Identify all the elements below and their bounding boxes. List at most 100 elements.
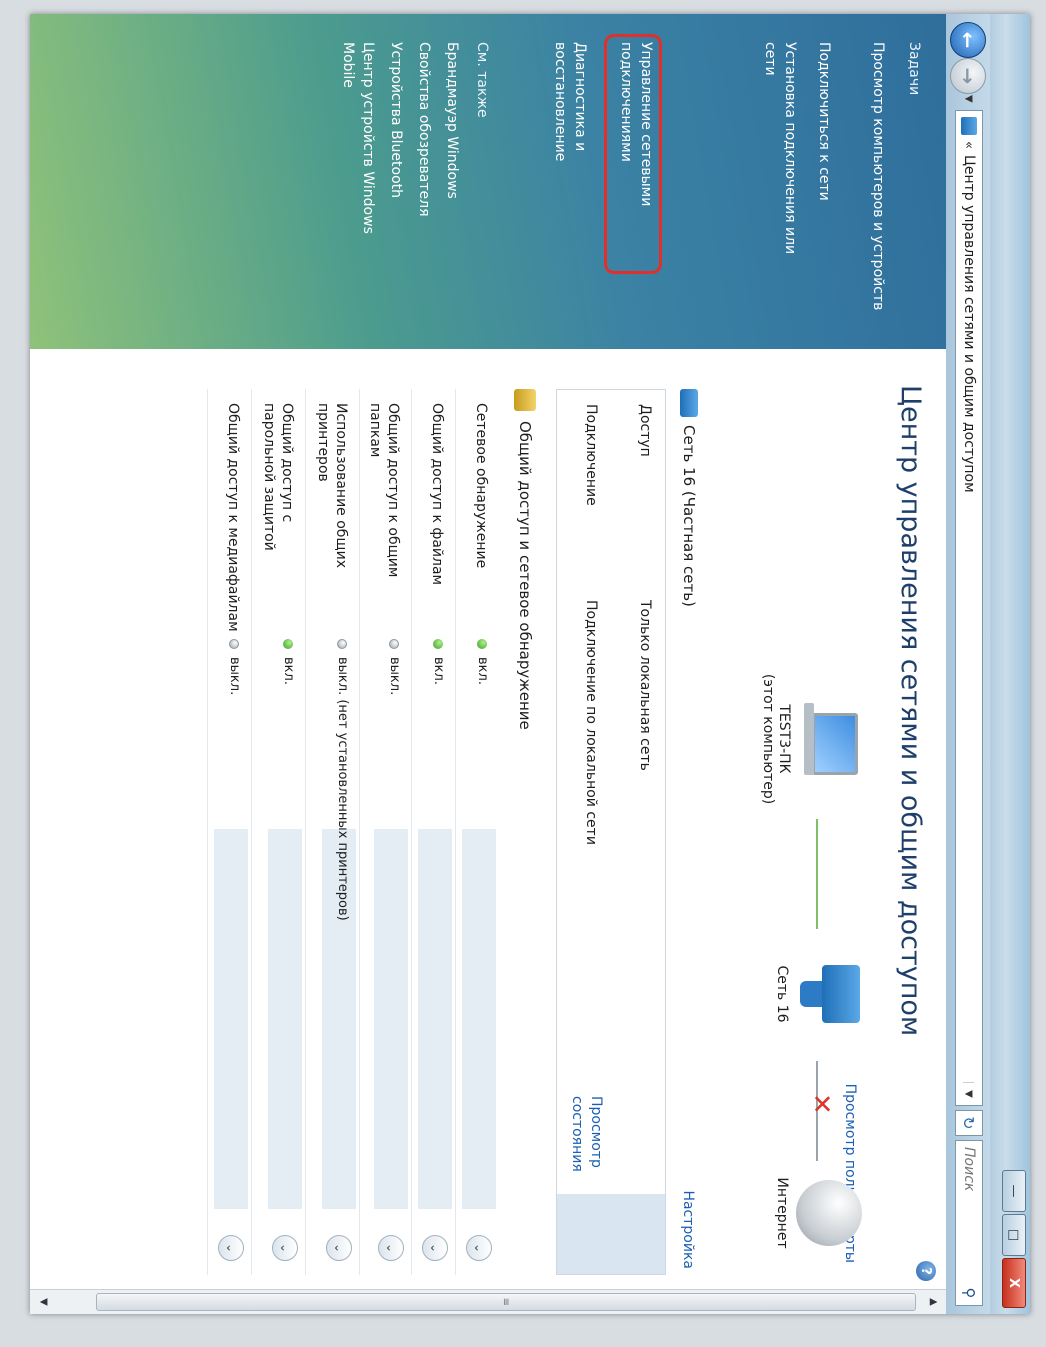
forward-button[interactable]: → (950, 58, 986, 94)
status-text: вкл. (281, 657, 296, 685)
search-icon[interactable]: ⚲ (960, 1281, 978, 1305)
task-diagnose-repair[interactable]: Диагностика и восстановление (550, 42, 590, 242)
sharing-heading-text: Общий доступ и сетевое обнаружение (516, 421, 534, 730)
scroll-down-icon[interactable]: ▼ (34, 1293, 52, 1311)
internet-label: Интернет (774, 1177, 790, 1249)
access-label: Доступ (637, 404, 653, 457)
sharing-row-public-folders: Общий доступ к общим папкам выкл. ⌄ (359, 389, 412, 1275)
status-on-icon (283, 639, 294, 649)
status-off-icon (229, 639, 240, 649)
status-off-icon (337, 639, 348, 649)
sharing-row-label: Общий доступ к медиафайлам (225, 403, 241, 632)
network-info-box: Доступ Только локальная сеть Подключение… (556, 389, 666, 1275)
connection-row: Подключение Подключение по локальной сет… (561, 390, 611, 1276)
sharing-row-file-sharing: Общий доступ к файлам вкл. ⌄ (411, 389, 456, 1275)
sharing-row-label: Общий доступ к файлам (429, 403, 445, 586)
computer-caption: (этот компьютер) (760, 673, 776, 805)
refresh-icon: ↻ (959, 1116, 979, 1130)
see-also-mobile-device-center[interactable]: Центр устройств Windows Mobile (338, 42, 378, 282)
forward-arrow-icon: → (956, 67, 980, 85)
sharing-heading: Общий доступ и сетевое обнаружение (514, 389, 536, 730)
page-title: Центр управления сетями и общим доступом (895, 385, 926, 1037)
highlight-box (604, 34, 662, 274)
recent-pages-dropdown-icon[interactable]: ▼ (963, 95, 974, 103)
computer-icon (800, 699, 858, 779)
see-also-bluetooth[interactable]: Устройства Bluetooth (386, 42, 406, 312)
minimize-button[interactable]: — (1002, 1170, 1026, 1212)
status-text: вкл. (475, 657, 490, 685)
stage: — □ X ← → ▼ « Центр управления сетями и … (0, 0, 1046, 1347)
see-also-firewall[interactable]: Брандмауэр Windows (442, 42, 462, 312)
expand-chevron-icon[interactable]: ⌄ (422, 1235, 448, 1261)
network-heading-text: Сеть 16 (Частная сеть) (680, 425, 698, 607)
sharing-row-label: Использование общих принтеров (315, 403, 349, 569)
see-also-internet-options[interactable]: Свойства обозревателя (414, 42, 434, 312)
connection-value: Подключение по локальной сети (583, 600, 599, 845)
expand-chevron-icon[interactable]: ⌄ (378, 1235, 404, 1261)
sharing-row-label: Общий доступ к общим папкам (367, 403, 401, 578)
expand-chevron-icon[interactable]: ⌄ (466, 1235, 492, 1261)
see-also-heading: См. также (474, 42, 490, 118)
status-text: выкл. (227, 657, 242, 696)
network-settings-link[interactable]: Настройка (680, 1190, 696, 1269)
scrollbar-thumb[interactable]: ≡ (96, 1293, 916, 1311)
task-setup-connection[interactable]: Установка подключения или сети (760, 42, 800, 272)
this-computer-node: TEST3-ПК (этот компьютер) (760, 649, 858, 829)
vertical-scrollbar[interactable]: ▲ ≡ ▼ (30, 1289, 946, 1314)
sharing-row-status: выкл. (нет установленных принтеров) (335, 639, 350, 921)
tasks-heading: Задачи (906, 42, 922, 96)
sharing-row-status: вкл. (431, 639, 446, 685)
sharing-row-status: вкл. (281, 639, 296, 685)
search-input[interactable] (960, 1141, 978, 1281)
task-connect-to-network[interactable]: Подключиться к сети (814, 42, 834, 312)
search-box: ⚲ (955, 1140, 983, 1306)
caption-buttons: — □ X (1002, 1170, 1026, 1308)
globe-icon (796, 1180, 862, 1246)
sharing-row-status: выкл. (387, 639, 402, 695)
no-internet-x-icon[interactable]: ✕ (806, 1093, 836, 1115)
status-on-icon (477, 639, 488, 649)
task-view-computers[interactable]: Просмотр компьютеров и устройств (868, 42, 888, 312)
connection-line-computer-network (816, 819, 818, 929)
status-off-icon (389, 639, 400, 649)
internet-node: Интернет (774, 1163, 862, 1263)
sharing-row-media-sharing: Общий доступ к медиафайлам выкл. ⌄ (207, 389, 252, 1275)
network-icon (798, 959, 860, 1029)
status-text: выкл. (387, 657, 402, 696)
sharing-shield-icon (514, 389, 536, 411)
address-bar[interactable]: « Центр управления сетями и общим доступ… (955, 110, 983, 1106)
refresh-button[interactable]: ↻ (955, 1110, 983, 1136)
access-row: Доступ Только локальная сеть (615, 390, 665, 1276)
expand-chevron-icon[interactable]: ⌄ (272, 1235, 298, 1261)
sharing-row-password-protected: Общий доступ с парольной защитой вкл. ⌄ (251, 389, 306, 1275)
network-node-name: Сеть 16 (774, 965, 790, 1023)
status-text: вкл. (431, 657, 446, 685)
help-icon[interactable]: ? (916, 1261, 936, 1281)
sharing-row-status: вкл. (475, 639, 490, 685)
sharing-row-label: Общий доступ с парольной защитой (261, 403, 295, 551)
status-on-icon (433, 639, 444, 649)
network-bench-icon (680, 389, 698, 417)
sharing-row-printers: Использование общих принтеров выкл. (нет… (305, 389, 360, 1275)
maximize-button[interactable]: □ (1002, 1214, 1026, 1256)
expand-chevron-icon[interactable]: ⌄ (218, 1235, 244, 1261)
back-button[interactable]: ← (950, 22, 986, 58)
navigation-bar: ← → ▼ « Центр управления сетями и общим … (945, 14, 990, 1314)
network-heading: Сеть 16 (Частная сеть) (680, 389, 698, 607)
breadcrumb-chevron[interactable]: « (962, 141, 977, 149)
address-dropdown-icon[interactable]: ▼ (963, 1082, 975, 1105)
task-sidebar: Задачи Просмотр компьютеров и устройств … (30, 14, 946, 349)
address-path[interactable]: Центр управления сетями и общим доступом (961, 155, 977, 1082)
view-status-link[interactable]: Просмотр состояния (567, 1096, 605, 1186)
access-value: Только локальная сеть (637, 600, 653, 771)
expand-chevron-icon[interactable]: ⌄ (326, 1235, 352, 1261)
main-content: ? Центр управления сетями и общим доступ… (30, 349, 946, 1289)
status-text: выкл. (нет установленных принтеров) (335, 657, 350, 921)
back-arrow-icon: ← (956, 31, 980, 49)
sharing-row-label: Сетевое обнаружение (473, 403, 489, 569)
scroll-up-icon[interactable]: ▲ (924, 1293, 942, 1311)
connection-label: Подключение (583, 404, 599, 506)
network-node[interactable]: Сеть 16 (774, 929, 860, 1059)
close-button[interactable]: X (1002, 1258, 1026, 1308)
title-bar: — □ X (990, 14, 1030, 1314)
